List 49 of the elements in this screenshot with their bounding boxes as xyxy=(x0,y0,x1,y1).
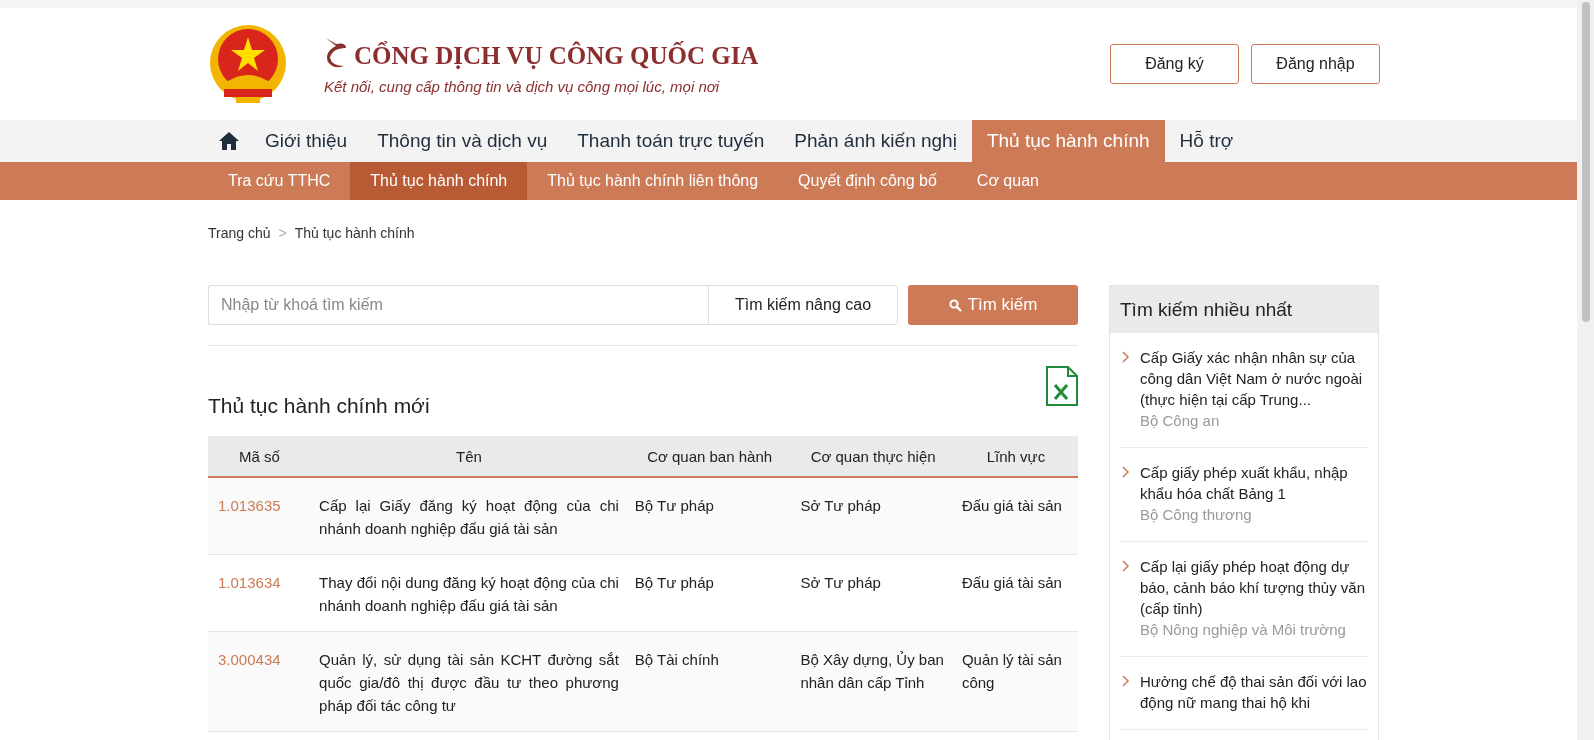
register-button[interactable]: Đăng ký xyxy=(1110,44,1239,84)
search-icon xyxy=(948,298,962,312)
nav-tab[interactable]: Giới thiệu xyxy=(250,120,363,162)
nav-tab[interactable]: Thông tin và dịch vụ xyxy=(362,120,563,162)
nav-tab[interactable]: Phản ánh kiến nghị xyxy=(779,120,972,162)
table-cell: Quản lý, sử dụng tài sản KCHT đường sắt quốc gia/đô thị được đầu tư theo phương pháp đối tác công tư xyxy=(311,631,627,732)
popular-procedure-link[interactable]: Cấp giấy phép xuất khẩu, nhập khẩu hóa chất Bảng 1 xyxy=(1140,462,1368,504)
popular-procedure-link[interactable]: Cấp lại giấy phép hoạt động dự báo, cảnh báo khí tượng thủy văn (cấp tỉnh) xyxy=(1140,556,1368,619)
table-cell: Bộ Tư pháp xyxy=(626,554,793,632)
chevron-right-icon xyxy=(1120,466,1130,478)
column-header: Tên xyxy=(311,436,627,477)
advanced-search-button[interactable]: Tìm kiếm nâng cao xyxy=(708,285,898,325)
site-tagline: Kết nối, cung cấp thông tin và dịch vụ công mọi lúc, mọi nơi xyxy=(323,77,721,95)
table-cell: Cấp lại Giấy đăng ký hoạt động của chi nhánh doanh nghiệp đấu giá tài sản xyxy=(311,477,627,555)
nav-tab[interactable]: Hỗ trợ xyxy=(1164,120,1249,162)
breadcrumb-link[interactable]: Thủ tục hành chính xyxy=(294,225,415,285)
agency-label: Bộ Nông nghiệp và Môi trường xyxy=(1140,620,1347,640)
column-header: Lĩnh vực xyxy=(953,436,1078,477)
subnav-tab[interactable]: Thủ tục hành chính xyxy=(350,162,528,200)
site-title: CỔNG DỊCH VỤ CÔNG QUỐC GIA xyxy=(354,41,759,70)
national-emblem-icon xyxy=(208,23,288,105)
table-cell: Quản lý tài sản công xyxy=(953,631,1078,732)
chevron-right-icon xyxy=(1120,351,1130,363)
column-header: Cơ quan ban hành xyxy=(626,436,793,477)
breadcrumb-separator: > xyxy=(278,225,287,243)
table-cell: Bộ Tư pháp xyxy=(626,477,793,555)
table-cell: Sở Tư pháp xyxy=(792,477,954,555)
excel-export-icon[interactable] xyxy=(1046,366,1078,406)
scrollbar[interactable] xyxy=(1577,0,1594,740)
login-button[interactable]: Đăng nhập xyxy=(1251,44,1380,84)
chevron-right-icon xyxy=(1120,675,1130,687)
column-header: Mã số xyxy=(208,436,312,477)
table-cell: Đấu giá tài sản xyxy=(953,554,1078,632)
table-cell: Sở Tư pháp xyxy=(792,554,954,632)
agency-label: Bộ Công thương xyxy=(1140,505,1253,525)
column-header: Cơ quan thực hiện xyxy=(792,436,954,477)
popular-procedure-link[interactable]: Cấp Giấy xác nhận nhân sự của công dân Việt Nam ở nước ngoài (thực hiện tại cấp Trung... xyxy=(1140,347,1368,410)
chevron-right-icon xyxy=(1120,560,1130,572)
table-cell: Thay đổi nội dung đăng ký hoạt động của chi nhánh doanh nghiệp đấu giá tài sản xyxy=(311,554,627,632)
breadcrumb-link[interactable]: Trang chủ xyxy=(208,225,271,285)
nav-tab[interactable]: Thanh toán trực tuyến xyxy=(562,120,780,162)
sidebar-title: Tìm kiếm nhiều nhất xyxy=(1110,286,1378,333)
search-field[interactable]: Nhập từ khoá tìm kiếm xyxy=(208,285,708,325)
table-cell: Bộ Tài chính xyxy=(626,631,793,732)
agency-label: Bộ Công an xyxy=(1140,411,1221,431)
popular-procedure-link[interactable]: Hưởng chế độ thai sản đối với lao động nữ mang thai hộ khi xyxy=(1140,671,1368,713)
section-title: Thủ tục hành chính mới xyxy=(208,394,430,418)
table-cell: Bộ Xây dựng, Ủy ban nhân dân cấp Tỉnh xyxy=(792,631,954,732)
table-cell: Đấu giá tài sản xyxy=(953,477,1078,555)
